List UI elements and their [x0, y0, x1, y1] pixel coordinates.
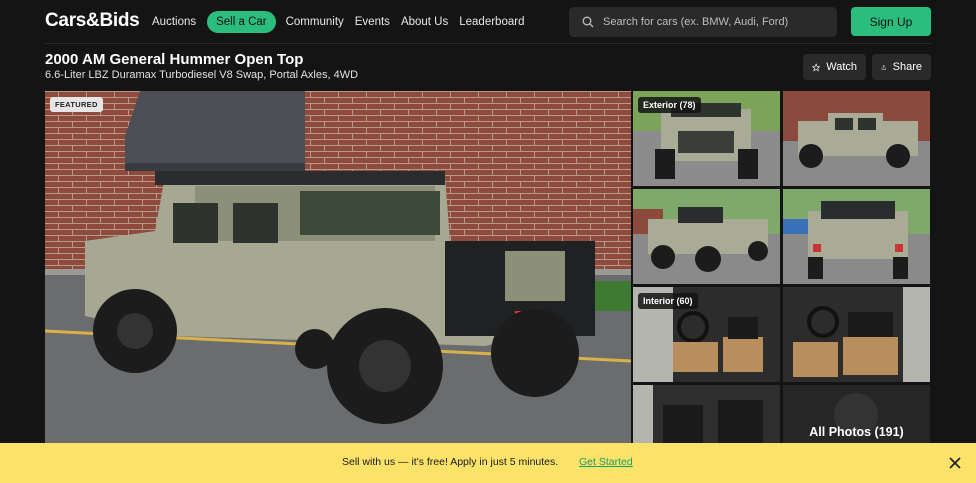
- thumb-image: [633, 385, 780, 443]
- nav-events[interactable]: Events: [355, 16, 390, 28]
- nav-community[interactable]: Community: [286, 16, 344, 28]
- close-icon[interactable]: [948, 456, 962, 470]
- thumbnail-exterior-front[interactable]: Exterior (78): [633, 91, 780, 186]
- nav-auctions[interactable]: Auctions: [152, 16, 196, 28]
- nav-about-us[interactable]: About Us: [401, 16, 448, 28]
- interior-count-badge: Interior (60): [638, 293, 698, 309]
- site-header: Cars&Bids Auctions Sell a Car Community …: [0, 0, 976, 43]
- featured-badge: FEATURED: [50, 97, 103, 112]
- banner-text: Sell with us — it's free! Apply in just …: [342, 456, 559, 468]
- listing-title: 2000 AM General Hummer Open Top: [45, 51, 304, 68]
- main-nav: Auctions Sell a Car Community Events Abo…: [152, 10, 535, 33]
- main-photo[interactable]: FEATURED: [45, 91, 631, 443]
- hummer-photo: [45, 91, 631, 443]
- watch-label: Watch: [826, 61, 857, 73]
- nav-sell-a-car-button[interactable]: Sell a Car: [207, 10, 276, 33]
- header-divider: [45, 43, 931, 44]
- all-photos-label: All Photos (191): [809, 425, 904, 439]
- nav-leaderboard[interactable]: Leaderboard: [459, 16, 524, 28]
- all-photos-tile[interactable]: All Photos (191): [783, 385, 930, 443]
- exterior-count-badge: Exterior (78): [638, 97, 701, 113]
- thumb-image: [783, 287, 930, 382]
- thumbnail-exterior-side[interactable]: [783, 91, 930, 186]
- share-button[interactable]: Share: [872, 54, 931, 80]
- thumb-image: [783, 189, 930, 284]
- thumbnail-interior-seats[interactable]: [783, 287, 930, 382]
- sign-up-button[interactable]: Sign Up: [851, 7, 931, 36]
- site-logo[interactable]: Cars&Bids: [45, 10, 140, 32]
- search-input[interactable]: [603, 13, 828, 31]
- get-started-link[interactable]: Get Started: [579, 456, 633, 468]
- search-icon: [582, 16, 594, 28]
- star-icon: [812, 62, 821, 72]
- sell-banner: Sell with us — it's free! Apply in just …: [0, 443, 976, 483]
- thumb-image: [633, 189, 780, 284]
- share-icon: [881, 64, 886, 70]
- share-label: Share: [892, 61, 922, 73]
- thumbnail-interior-rear[interactable]: [633, 385, 780, 443]
- thumbnail-exterior-rear-angle[interactable]: [633, 189, 780, 284]
- thumbnail-interior-front[interactable]: Interior (60): [633, 287, 780, 382]
- watch-button[interactable]: Watch: [803, 54, 866, 80]
- listing-subtitle: 6.6-Liter LBZ Duramax Turbodiesel V8 Swa…: [45, 69, 359, 81]
- thumbnail-exterior-rear[interactable]: [783, 189, 930, 284]
- thumb-image: [783, 91, 930, 186]
- search-box[interactable]: [569, 7, 837, 37]
